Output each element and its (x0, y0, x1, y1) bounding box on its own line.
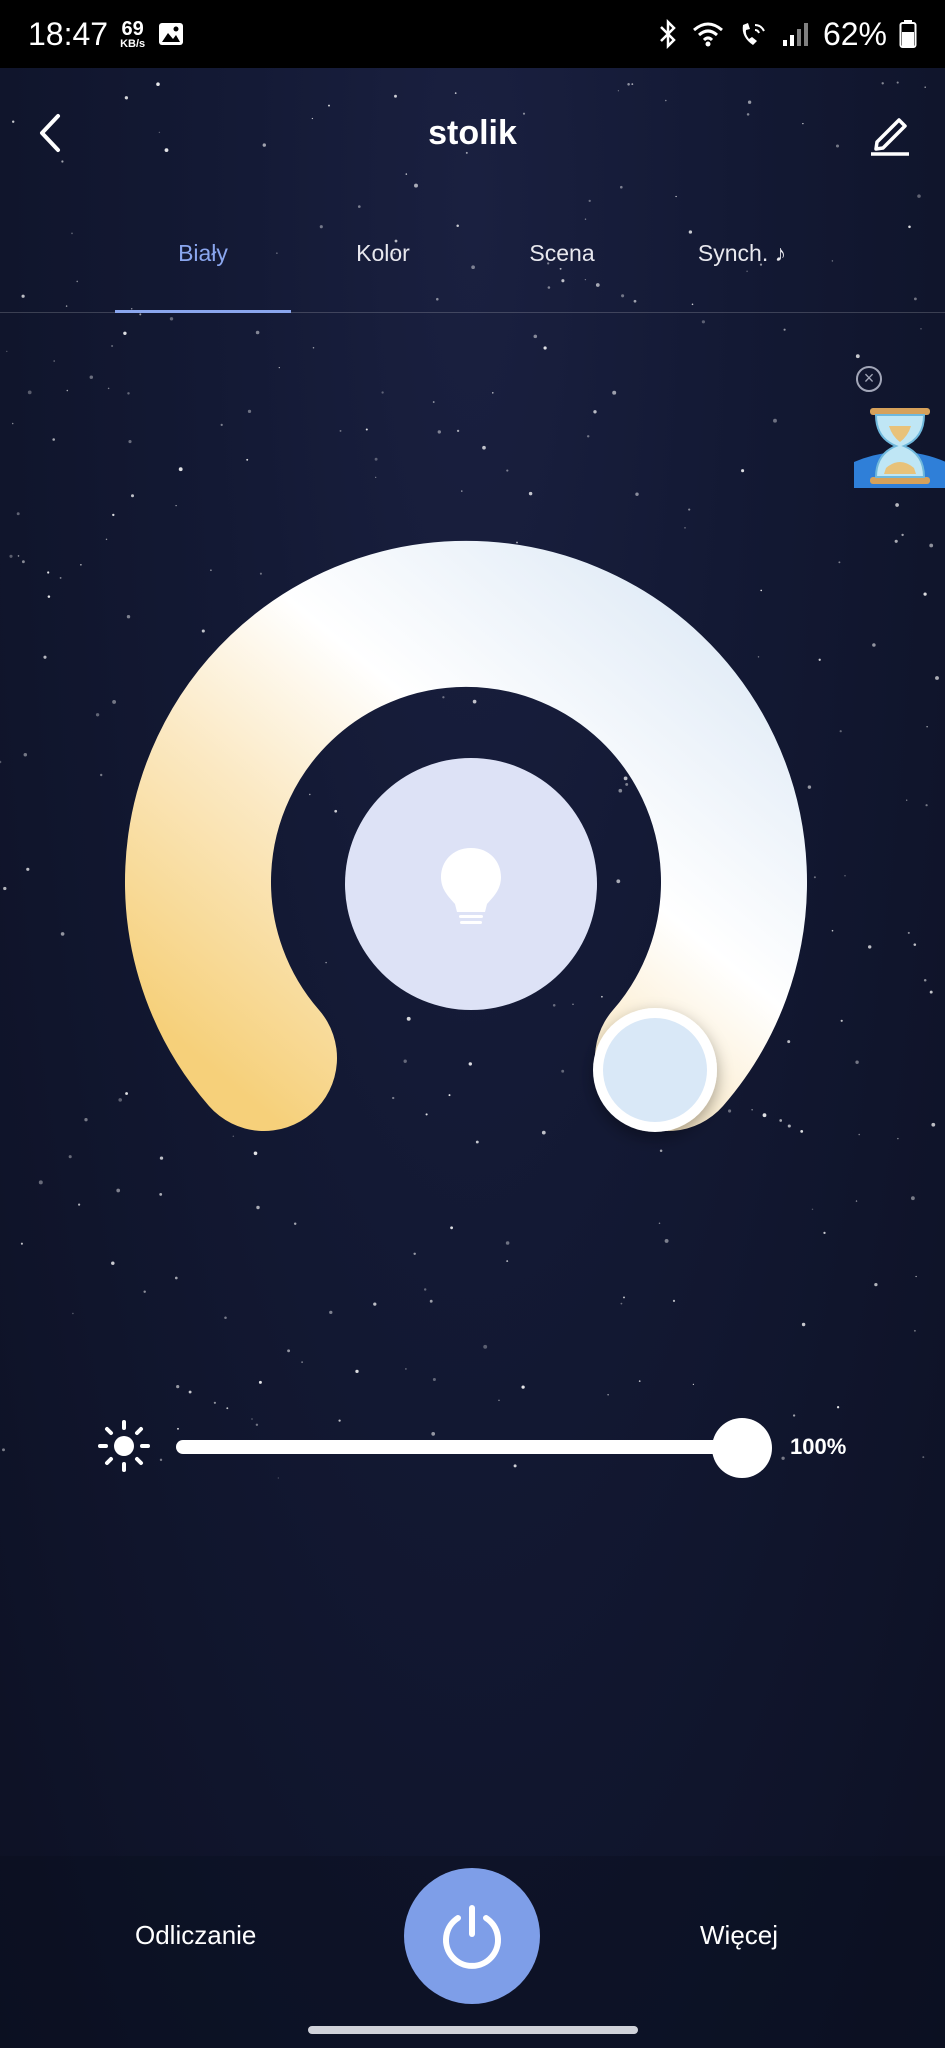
sun-icon (98, 1420, 150, 1472)
home-indicator[interactable] (308, 2026, 638, 2034)
brightness-control: 100% (96, 1414, 896, 1478)
gallery-icon (159, 23, 184, 45)
mode-tabs: Biały Kolor Scena Synch. ♪ (0, 220, 945, 313)
battery-icon (899, 20, 917, 48)
brightness-value: 100% (790, 1434, 847, 1459)
pencil-icon (871, 118, 909, 156)
status-bar: 18:47 69 KB/s 62% (0, 0, 945, 68)
tab-white[interactable]: Biały (113, 240, 293, 267)
page-title: stolik (428, 114, 517, 152)
countdown-button[interactable]: Odliczanie (135, 1920, 256, 1951)
battery-percent: 62% (822, 15, 887, 52)
brightness-slider-thumb[interactable] (712, 1418, 772, 1478)
color-temperature-dial[interactable] (120, 530, 820, 1170)
bluetooth-icon (660, 19, 676, 49)
hourglass-icon[interactable] (854, 404, 945, 488)
status-time: 18:47 (28, 15, 109, 52)
edit-button[interactable] (865, 108, 915, 158)
brightness-slider-track[interactable] (176, 1440, 742, 1454)
tab-scene[interactable]: Scena (472, 240, 652, 267)
active-tab-indicator (115, 310, 291, 313)
net-speed-value: 69 (121, 17, 144, 40)
app-header: stolik (0, 68, 945, 198)
wifi-calling-icon (742, 23, 765, 45)
tab-sync[interactable]: Synch. ♪ (652, 240, 832, 267)
net-speed-unit: KB/s (120, 37, 146, 50)
temperature-handle (593, 1008, 717, 1132)
tab-color[interactable]: Kolor (293, 240, 473, 267)
signal-icon (782, 23, 808, 46)
more-button[interactable]: Więcej (700, 1920, 778, 1951)
bottom-bar: Odliczanie Więcej (0, 1856, 945, 2048)
power-button[interactable] (404, 1868, 540, 2004)
close-icon[interactable]: × (856, 366, 882, 392)
wifi-icon (692, 22, 723, 47)
net-speed: 69 KB/s (120, 19, 145, 50)
power-icon (443, 1905, 501, 1969)
